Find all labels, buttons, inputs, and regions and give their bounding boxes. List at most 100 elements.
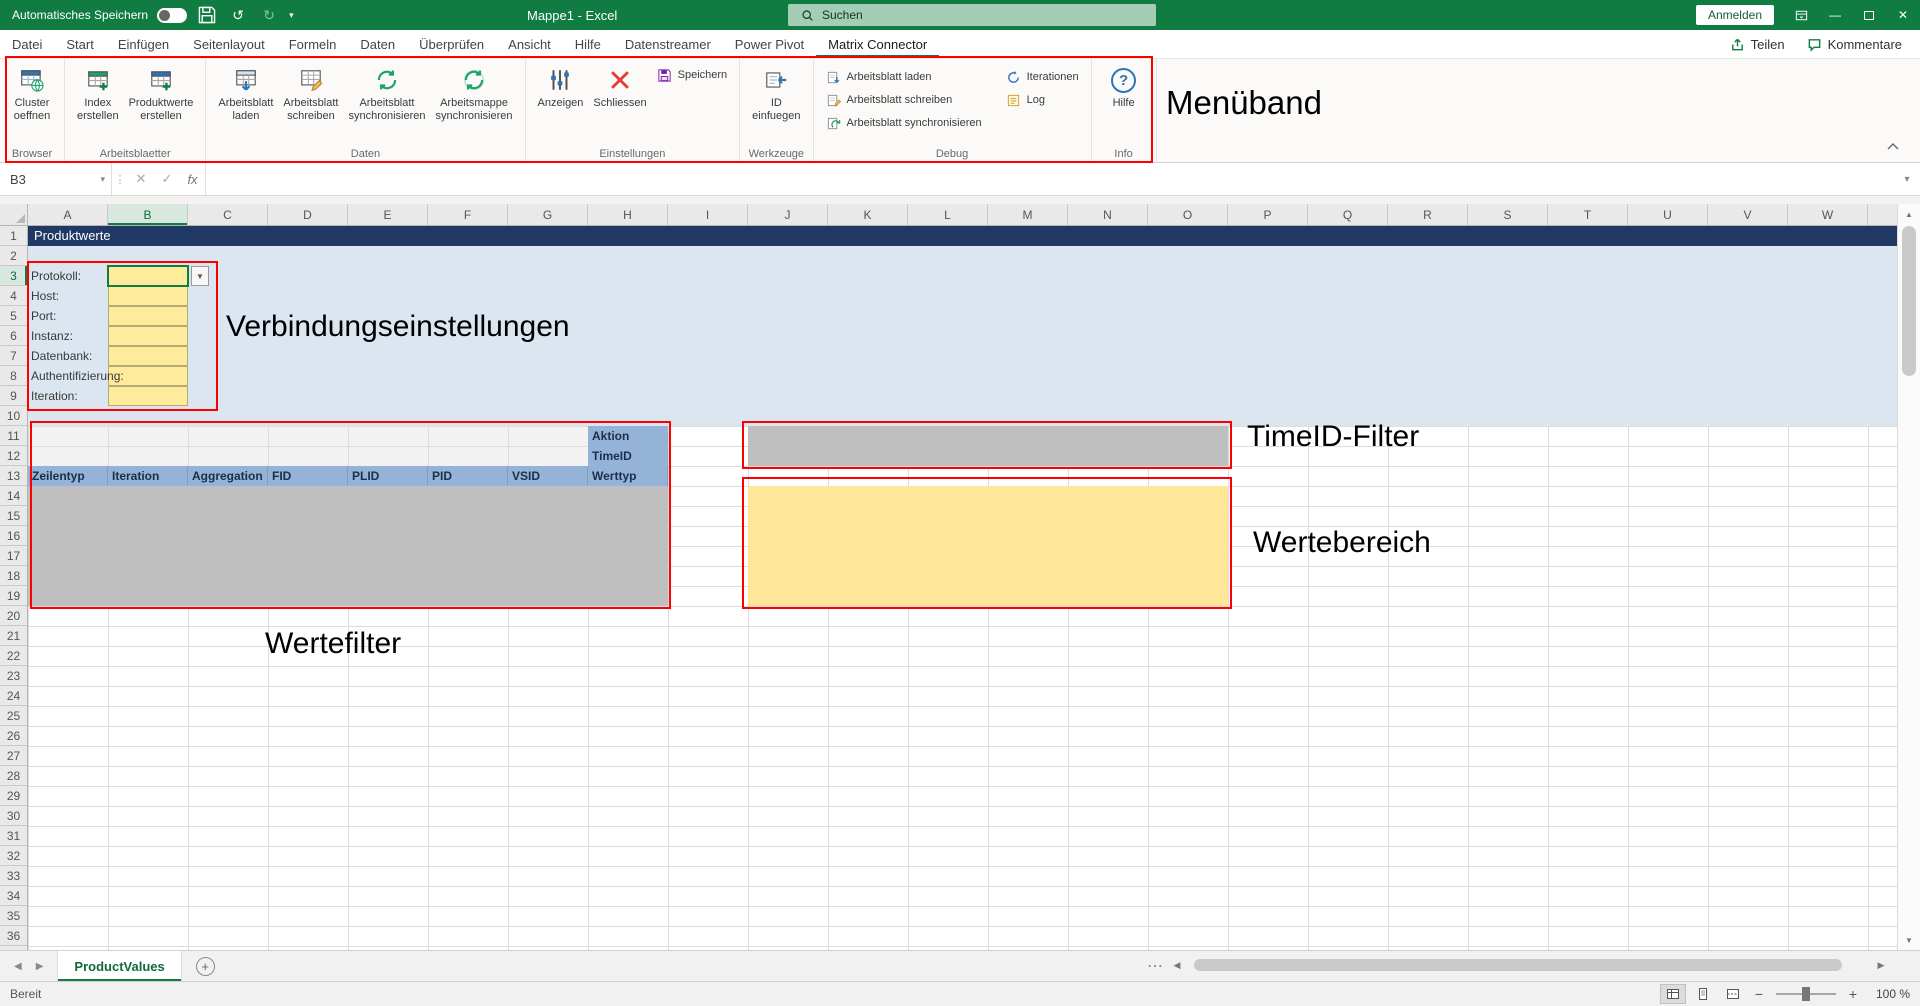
row-header-32[interactable]: 32	[0, 846, 27, 866]
select-all-corner[interactable]	[0, 204, 28, 226]
sheetbar-splitter-icon[interactable]: ⋯	[1147, 950, 1163, 981]
scroll-down-icon[interactable]: ▼	[1898, 930, 1920, 950]
write-worksheet-button[interactable]: Arbeitsblatt schreiben	[278, 62, 343, 123]
row-header-7[interactable]: 7	[0, 346, 27, 366]
debug-load-worksheet-button[interactable]: Arbeitsblatt laden	[821, 67, 987, 87]
formula-input[interactable]	[206, 163, 1894, 195]
row-header-26[interactable]: 26	[0, 726, 27, 746]
row-header-14[interactable]: 14	[0, 486, 27, 506]
zoom-out-icon[interactable]: −	[1750, 986, 1768, 1002]
cluster-open-button[interactable]: Cluster oeffnen	[7, 62, 57, 123]
connection-input-cell[interactable]	[108, 346, 188, 366]
create-product-values-button[interactable]: Produktwerte erstellen	[124, 62, 199, 123]
vertical-scrollbar[interactable]: ▲ ▼	[1897, 204, 1920, 950]
row-header-6[interactable]: 6	[0, 326, 27, 346]
timeid-cell[interactable]: TimeID	[588, 446, 668, 466]
row-header-15[interactable]: 15	[0, 506, 27, 526]
row-header-18[interactable]: 18	[0, 566, 27, 586]
vertical-scrollbar-thumb[interactable]	[1902, 226, 1916, 376]
row-header-8[interactable]: 8	[0, 366, 27, 386]
next-sheet-icon[interactable]: ▶	[36, 961, 44, 972]
autosave-toggle[interactable]	[157, 8, 187, 23]
horizontal-scrollbar-thumb[interactable]	[1194, 959, 1842, 971]
undo-icon[interactable]: ↺	[227, 4, 249, 26]
row-header-19[interactable]: 19	[0, 586, 27, 606]
column-header-w[interactable]: W	[1788, 204, 1868, 225]
column-header-a[interactable]: A	[28, 204, 108, 225]
connection-input-cell[interactable]	[108, 386, 188, 406]
formula-bar-expand-icon[interactable]: ▾	[1894, 163, 1920, 195]
close-settings-button[interactable]: Schliessen	[588, 62, 651, 110]
column-header-c[interactable]: C	[188, 204, 268, 225]
column-header-u[interactable]: U	[1628, 204, 1708, 225]
ribbon-display-options-icon[interactable]	[1784, 0, 1818, 30]
row-header-13[interactable]: 13	[0, 466, 27, 486]
horizontal-scrollbar[interactable]: ◀ ▶	[1168, 955, 1890, 975]
row-header-23[interactable]: 23	[0, 666, 27, 686]
column-header-t[interactable]: T	[1548, 204, 1628, 225]
save-icon[interactable]	[196, 4, 218, 26]
column-header-h[interactable]: H	[588, 204, 668, 225]
collapse-ribbon-icon[interactable]	[1882, 138, 1904, 154]
redo-icon[interactable]: ↻	[258, 4, 280, 26]
name-box[interactable]: B3 ▾	[0, 163, 112, 195]
sync-workbook-button[interactable]: Arbeitsmappe synchronisieren	[431, 62, 518, 123]
column-header-k[interactable]: K	[828, 204, 908, 225]
new-sheet-button[interactable]: +	[196, 957, 215, 976]
row-header-3[interactable]: 3	[0, 266, 27, 286]
row-header-12[interactable]: 12	[0, 446, 27, 466]
scroll-up-icon[interactable]: ▲	[1898, 204, 1920, 224]
tab-einfuegen[interactable]: Einfügen	[106, 30, 181, 58]
tab-power-pivot[interactable]: Power Pivot	[723, 30, 816, 58]
tab-start[interactable]: Start	[54, 30, 105, 58]
value-filter-body[interactable]	[28, 486, 668, 606]
row-header-16[interactable]: 16	[0, 526, 27, 546]
tab-formeln[interactable]: Formeln	[277, 30, 349, 58]
row-header-2[interactable]: 2	[0, 246, 27, 266]
row-header-33[interactable]: 33	[0, 866, 27, 886]
row-header-10[interactable]: 10	[0, 406, 27, 426]
page-layout-view-button[interactable]	[1690, 984, 1716, 1004]
row-header-34[interactable]: 34	[0, 886, 27, 906]
load-worksheet-button[interactable]: Arbeitsblatt laden	[213, 62, 278, 123]
row-header-5[interactable]: 5	[0, 306, 27, 326]
column-header-m[interactable]: M	[988, 204, 1068, 225]
zoom-slider[interactable]	[1776, 993, 1836, 995]
column-header-q[interactable]: Q	[1308, 204, 1388, 225]
value-range-area[interactable]	[748, 486, 1228, 606]
row-header-9[interactable]: 9	[0, 386, 27, 406]
create-index-button[interactable]: Index erstellen	[72, 62, 124, 123]
row-header-11[interactable]: 11	[0, 426, 27, 446]
column-header-s[interactable]: S	[1468, 204, 1548, 225]
selected-cell-outline[interactable]	[107, 265, 189, 287]
zoom-slider-handle[interactable]	[1802, 987, 1810, 1001]
search-input[interactable]: Suchen	[788, 4, 1156, 26]
tab-daten[interactable]: Daten	[348, 30, 407, 58]
column-header-f[interactable]: F	[428, 204, 508, 225]
tab-ansicht[interactable]: Ansicht	[496, 30, 563, 58]
insert-id-button[interactable]: ID einfuegen	[747, 62, 805, 123]
iterations-button[interactable]: Iterationen	[1001, 67, 1084, 87]
column-header-o[interactable]: O	[1148, 204, 1228, 225]
close-window-button[interactable]: ✕	[1886, 0, 1920, 30]
sheet-tab-productvalues[interactable]: ProductValues	[57, 951, 181, 981]
row-header-28[interactable]: 28	[0, 766, 27, 786]
row-header-31[interactable]: 31	[0, 826, 27, 846]
page-break-view-button[interactable]	[1720, 984, 1746, 1004]
zoom-in-icon[interactable]: +	[1844, 986, 1862, 1002]
sign-in-button[interactable]: Anmelden	[1696, 5, 1774, 25]
zoom-level[interactable]: 100 %	[1866, 987, 1910, 1001]
column-header-p[interactable]: P	[1228, 204, 1308, 225]
row-header-17[interactable]: 17	[0, 546, 27, 566]
horizontal-scrollbar-track[interactable]	[1186, 958, 1872, 972]
row-header-24[interactable]: 24	[0, 686, 27, 706]
tab-datenstreamer[interactable]: Datenstreamer	[613, 30, 723, 58]
column-header-g[interactable]: G	[508, 204, 588, 225]
show-settings-button[interactable]: Anzeigen	[533, 62, 589, 110]
column-header-j[interactable]: J	[748, 204, 828, 225]
connection-input-cell[interactable]	[108, 306, 188, 326]
tab-matrix-connector[interactable]: Matrix Connector	[816, 30, 939, 58]
minimize-button[interactable]: —	[1818, 0, 1852, 30]
scroll-left-icon[interactable]: ◀	[1168, 960, 1186, 971]
column-header-l[interactable]: L	[908, 204, 988, 225]
